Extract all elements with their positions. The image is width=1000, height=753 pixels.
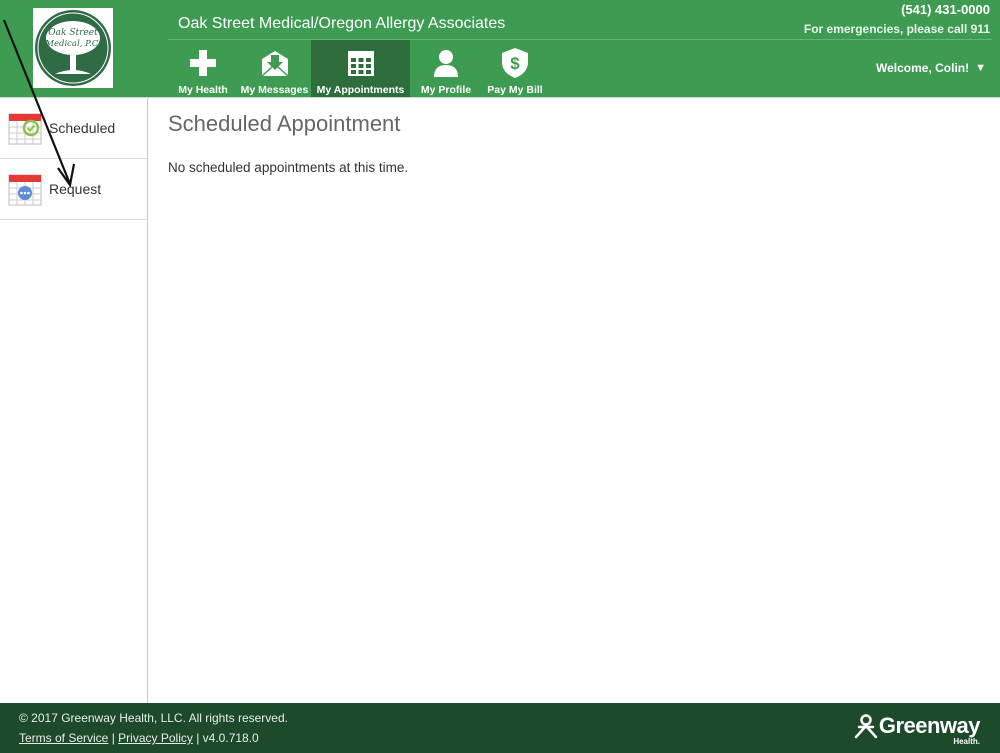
logo-line-2: Medical, P.C. (44, 39, 100, 49)
logo-line-1: Oak Street (48, 28, 98, 38)
greenway-person-icon (854, 714, 878, 739)
nav-my-appointments[interactable]: My Appointments (311, 40, 410, 97)
sidebar-item-scheduled[interactable]: Scheduled (0, 98, 147, 159)
main-content: Scheduled Appointment No scheduled appoi… (148, 98, 1000, 703)
dollar-shield-icon: $ (498, 46, 532, 80)
version-text: v4.0.718.0 (202, 731, 259, 745)
sidebar-item-label: Scheduled (49, 120, 116, 136)
nav-label: My Profile (420, 84, 472, 96)
app-header: Oak Street Medical, P.C. Oak Street Medi… (0, 0, 1000, 97)
user-menu[interactable]: Welcome, Colin! ▼ (876, 61, 986, 75)
practice-logo[interactable]: Oak Street Medical, P.C. (33, 8, 113, 88)
copyright-text: © 2017 Greenway Health, LLC. All rights … (19, 711, 288, 725)
greenway-brand-sub: Health. (953, 737, 980, 746)
plus-icon (186, 46, 220, 80)
terms-of-service-link[interactable]: Terms of Service (19, 731, 108, 745)
inbox-icon (258, 46, 292, 80)
calendar-check-icon (8, 111, 42, 145)
sidebar-item-label: Request (49, 181, 102, 197)
nav-pay-my-bill[interactable]: $ Pay My Bill (482, 40, 548, 97)
person-icon (429, 46, 463, 80)
greenway-logo: Greenway Health. (853, 713, 981, 747)
sidebar-item-request[interactable]: Request (0, 159, 147, 220)
oak-tree-logo: Oak Street Medical, P.C. (35, 10, 111, 86)
caret-down-icon: ▼ (975, 62, 986, 74)
nav-my-profile[interactable]: My Profile (410, 40, 482, 97)
footer: © 2017 Greenway Health, LLC. All rights … (0, 703, 1000, 753)
page-title: Scheduled Appointment (168, 111, 401, 136)
nav-label: Pay My Bill (487, 84, 543, 96)
sidebar: Scheduled Request (0, 98, 148, 703)
calendar-icon (344, 46, 378, 80)
nav-label: My Messages (240, 84, 309, 96)
welcome-text: Welcome, Colin! (875, 61, 970, 75)
footer-separator: | (196, 731, 200, 745)
footer-links: Terms of Service | Privacy Policy | v4.0… (19, 731, 259, 745)
emergency-notice: For emergencies, please call 911 (803, 22, 990, 36)
nav-my-messages[interactable]: My Messages (238, 40, 311, 97)
svg-text:$: $ (510, 54, 520, 73)
practice-name: Oak Street Medical/Oregon Allergy Associ… (178, 15, 506, 32)
greenway-brand-text: Greenway (878, 713, 981, 738)
nav-label: My Health (178, 84, 228, 96)
main-nav: My Health My Messages My Appointments My… (168, 40, 548, 97)
phone-number: (541) 431-0000 (901, 2, 990, 17)
nav-my-health[interactable]: My Health (168, 40, 238, 97)
footer-separator: | (111, 731, 115, 745)
privacy-policy-link[interactable]: Privacy Policy (118, 731, 193, 745)
nav-label: My Appointments (316, 84, 405, 96)
calendar-request-icon (8, 172, 42, 206)
empty-state-message: No scheduled appointments at this time. (168, 160, 409, 175)
